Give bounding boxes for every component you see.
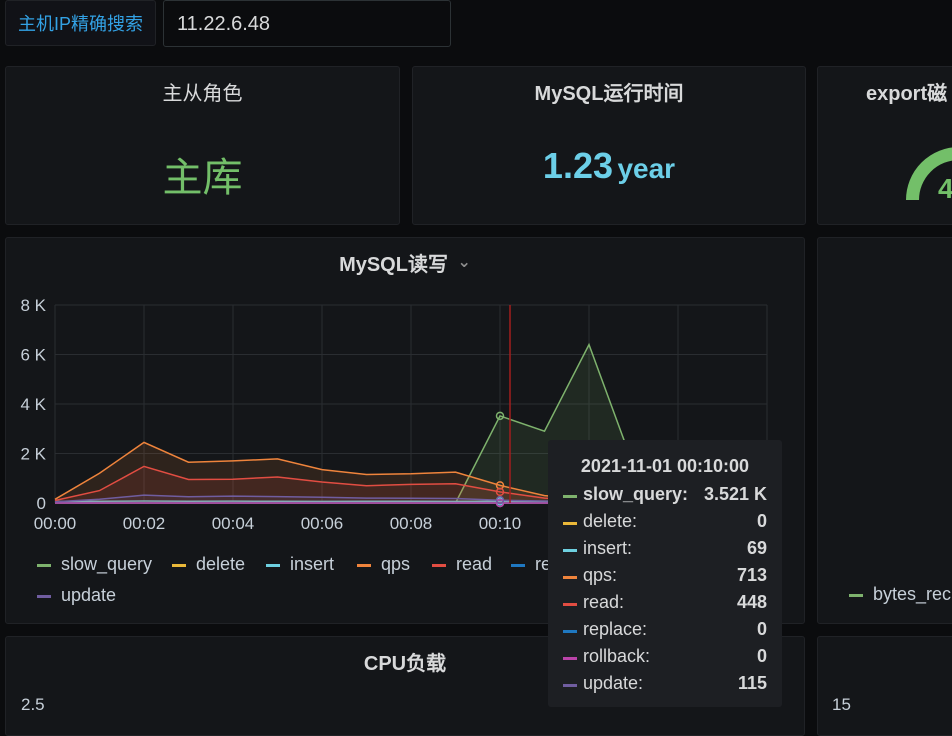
legend-item[interactable]: delete [172, 554, 245, 575]
legend-label: read [456, 554, 493, 574]
legend-item[interactable]: re [511, 554, 551, 575]
legend-swatch [432, 563, 446, 567]
chart-tooltip: 2021-11-01 00:10:00 slow_query: 3.521 K de… [548, 440, 782, 707]
tooltip-series-value: 69 [746, 538, 767, 558]
tooltip-row: read: 448 [563, 592, 767, 616]
legend-swatch [511, 563, 525, 567]
chevron-down-icon[interactable]: ⌄ [458, 254, 471, 271]
tooltip-row: delete: 0 [563, 511, 767, 535]
legend-label: update [61, 585, 117, 605]
uptime-value: 1.23 year [413, 145, 805, 187]
uptime-stat-panel: MySQL运行时间 1.23 year [412, 66, 806, 225]
legend-item[interactable]: update [37, 585, 116, 606]
legend-label: delete [196, 554, 246, 574]
legend-item[interactable]: bytes_rec [849, 584, 951, 605]
role-value: 主库 [162, 156, 243, 200]
host-ip-search-input[interactable]: 11.22.6.48 [163, 0, 451, 47]
gauge-icon [906, 147, 952, 201]
tooltip-series-name: read: [583, 592, 625, 612]
bottom-right-panel: 15 [817, 636, 952, 736]
legend-label: slow_query [61, 554, 153, 574]
legend-label: bytes_rec [873, 584, 952, 604]
tooltip-series-value: 448 [736, 592, 767, 612]
tooltip-swatch [563, 657, 577, 660]
legend-swatch [357, 563, 371, 567]
legend-item[interactable]: read [432, 554, 492, 575]
tooltip-swatch [563, 603, 577, 606]
tooltip-swatch [563, 576, 577, 579]
tooltip-row: insert: 69 [563, 538, 767, 562]
legend-swatch [172, 563, 186, 567]
tooltip-swatch [563, 684, 577, 687]
host-ip-search-label[interactable]: 主机IP精确搜索 [5, 0, 156, 46]
tooltip-series-value: 3.521 K [703, 484, 767, 504]
tooltip-swatch [563, 522, 577, 525]
tooltip-series-value: 0 [756, 511, 767, 531]
legend-swatch [266, 563, 280, 567]
tooltip-row: update: 115 [563, 673, 767, 697]
tooltip-swatch [563, 630, 577, 633]
panel-title: MySQL运行时间 [534, 83, 684, 105]
legend-item[interactable]: qps [357, 554, 410, 575]
panel-title-text[interactable]: MySQL读写 [339, 254, 448, 276]
tooltip-series-name: replace: [583, 619, 648, 639]
tooltip-row: rollback: 0 [563, 646, 767, 670]
tooltip-row: replace: 0 [563, 619, 767, 643]
legend-item[interactable]: slow_query [37, 554, 152, 575]
tooltip-series-value: 0 [756, 619, 767, 639]
y-axis-top-label: 15 [832, 695, 851, 714]
tooltip-time: 2021-11-01 00:10:00 [580, 456, 750, 476]
gauge-value: 4 [938, 173, 952, 205]
legend-label: qps [381, 554, 411, 574]
legend-swatch [849, 593, 863, 597]
legend-item[interactable]: insert [266, 554, 334, 575]
tooltip-series-value: 713 [736, 565, 767, 585]
tooltip-series-name: qps: [583, 565, 618, 585]
export-disk-panel: export磁 4 [817, 66, 952, 225]
network-panel [817, 237, 952, 624]
role-stat-panel: 主从角色 主库 [5, 66, 400, 225]
legend-swatch [37, 594, 51, 598]
tooltip-series-name: insert: [583, 538, 633, 558]
tooltip-series-name: update: [583, 673, 644, 693]
tooltip-series-name: slow_query: [583, 484, 689, 504]
tooltip-series-name: rollback: [583, 646, 651, 666]
tooltip-swatch [563, 549, 577, 552]
panel-title: 主从角色 [162, 83, 243, 105]
tooltip-row: qps: 713 [563, 565, 767, 589]
uptime-unit: year [617, 153, 676, 184]
panel-title[interactable]: MySQL读写 ⌄ [6, 248, 804, 277]
legend-swatch [37, 563, 51, 567]
legend-label: insert [290, 554, 335, 574]
tooltip-series-value: 0 [756, 646, 767, 666]
tooltip-swatch [563, 495, 577, 498]
uptime-number: 1.23 [542, 145, 613, 186]
tooltip-series-name: delete: [583, 511, 638, 531]
tooltip-row: slow_query: 3.521 K [563, 484, 767, 508]
y-axis-top-label: 2.5 [21, 695, 45, 714]
tooltip-series-value: 115 [737, 673, 767, 693]
